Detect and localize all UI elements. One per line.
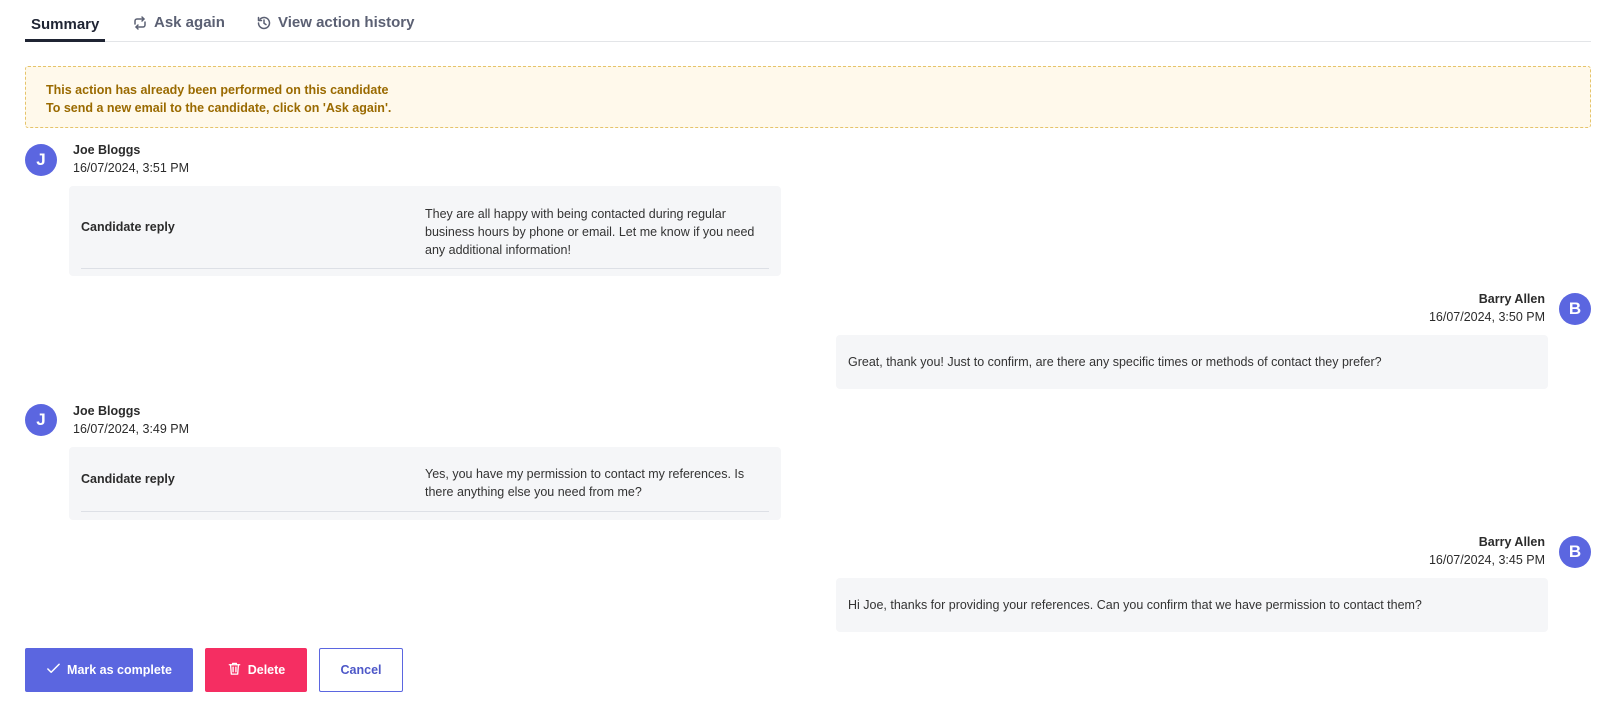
cancel-button[interactable]: Cancel: [319, 648, 403, 692]
message-timestamp: 16/07/2024, 3:50 PM: [1428, 310, 1545, 324]
tab-view-action-history[interactable]: View action history: [256, 14, 414, 42]
already-performed-notice: This action has already been performed o…: [25, 66, 1591, 128]
tab-summary-label: Summary: [31, 16, 100, 33]
message-author: Barry Allen: [1478, 535, 1545, 549]
mark-as-complete-label: Mark as complete: [67, 663, 172, 677]
avatar: B: [1559, 536, 1591, 568]
tab-ask-again-label: Ask again: [154, 14, 225, 31]
candidate-reply-card: Candidate reply Yes, you have my permiss…: [69, 447, 781, 520]
message-text: Great, thank you! Just to confirm, are t…: [848, 355, 1382, 369]
candidate-reply-label: Candidate reply: [81, 220, 175, 234]
trash-icon: [227, 661, 242, 679]
message-author: Joe Bloggs: [73, 143, 141, 157]
delete-button[interactable]: Delete: [205, 648, 307, 692]
avatar-initial: B: [1568, 299, 1582, 318]
delete-label: Delete: [247, 663, 286, 677]
check-icon: [46, 661, 61, 679]
avatar-initial: J: [36, 410, 46, 429]
message-timestamp: 16/07/2024, 3:45 PM: [1428, 553, 1545, 567]
tab-ask-again[interactable]: Ask again: [132, 14, 225, 42]
message-bubble: Great, thank you! Just to confirm, are t…: [836, 335, 1548, 389]
message-text: Hi Joe, thanks for providing your refere…: [848, 598, 1422, 612]
avatar: B: [1559, 293, 1591, 325]
avatar: J: [25, 404, 57, 436]
avatar-initial: J: [36, 150, 46, 169]
notice-line-1: This action has already been performed o…: [46, 83, 389, 97]
cancel-label: Cancel: [340, 663, 382, 677]
candidate-reply-text: They are all happy with being contacted …: [425, 207, 755, 257]
message-author: Barry Allen: [1478, 292, 1545, 306]
avatar-initial: B: [1568, 542, 1582, 561]
message-timestamp: 16/07/2024, 3:49 PM: [73, 422, 190, 436]
candidate-reply-card: Candidate reply They are all happy with …: [69, 186, 781, 276]
mark-as-complete-button[interactable]: Mark as complete: [25, 648, 193, 692]
message-author: Joe Bloggs: [73, 404, 141, 418]
notice-line-2: To send a new email to the candidate, cl…: [46, 101, 392, 115]
tab-summary[interactable]: Summary: [25, 14, 106, 42]
candidate-reply-text: Yes, you have my permission to contact m…: [425, 467, 745, 499]
message-bubble: Hi Joe, thanks for providing your refere…: [836, 578, 1548, 632]
tab-view-action-history-label: View action history: [278, 14, 415, 31]
avatar: J: [25, 144, 57, 176]
divider: [81, 268, 769, 269]
candidate-reply-label: Candidate reply: [81, 472, 175, 486]
refresh-icon: [132, 14, 148, 35]
message-timestamp: 16/07/2024, 3:51 PM: [73, 161, 190, 175]
tab-bar: Summary Ask again View action history: [25, 0, 1591, 42]
divider: [81, 511, 769, 512]
history-icon: [256, 14, 272, 35]
